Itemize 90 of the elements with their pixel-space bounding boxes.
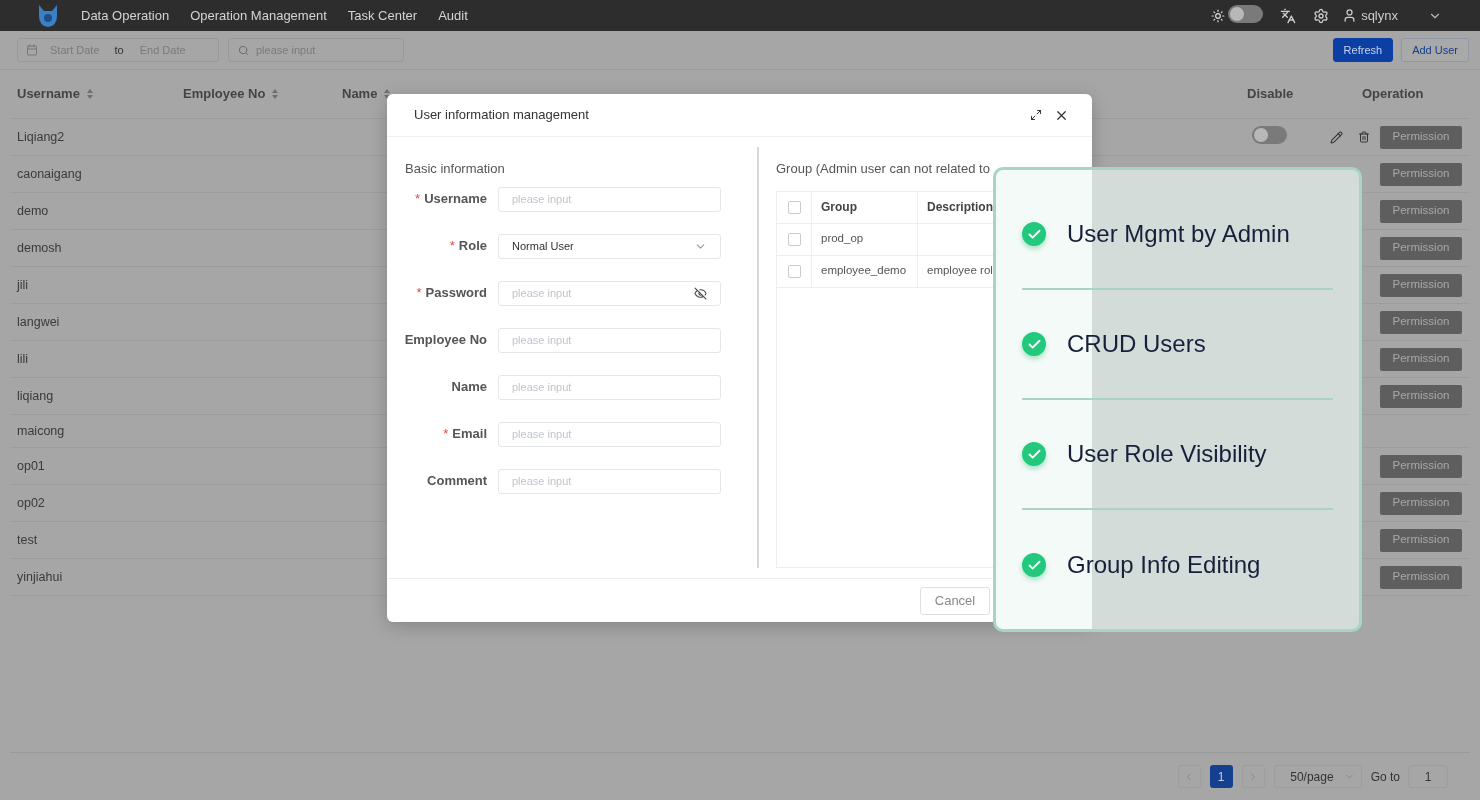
maximize-icon[interactable] xyxy=(1030,109,1042,121)
page-button[interactable]: 1 xyxy=(1209,765,1233,788)
column-header: Employee No xyxy=(183,85,266,104)
username-cell-text: op02 xyxy=(17,494,46,512)
field-label: Password xyxy=(425,284,487,303)
username-cell-text: maicong xyxy=(17,422,66,440)
nav-link[interactable]: Audit xyxy=(438,5,468,26)
username-cell-text: lili xyxy=(17,350,30,368)
permission-button[interactable]: Permission xyxy=(1380,347,1462,371)
username-cell-text: caonaigang xyxy=(17,165,83,183)
permission-button[interactable]: Permission xyxy=(1380,162,1462,186)
user-icon xyxy=(1342,8,1358,23)
column-header: Group xyxy=(821,199,857,216)
column-header: Username xyxy=(17,85,80,104)
required-mark: * xyxy=(449,237,455,256)
field-label: Employee No xyxy=(404,331,487,350)
permission-button[interactable]: Permission xyxy=(1380,199,1462,223)
text-field[interactable]: please input xyxy=(498,327,721,353)
permission-button[interactable]: Permission xyxy=(1380,454,1462,478)
username-cell-text: yinjiahui xyxy=(17,568,64,586)
field-label: Username xyxy=(424,190,487,209)
calendar-icon xyxy=(26,44,38,56)
toolbar-button[interactable]: Add User xyxy=(1401,38,1469,62)
password-field[interactable]: please input xyxy=(498,280,721,306)
eye-off-icon[interactable] xyxy=(694,286,707,300)
permission-button[interactable]: Permission xyxy=(1380,310,1462,334)
text-field[interactable]: please input xyxy=(498,421,721,447)
username-cell-text: jili xyxy=(17,276,30,294)
cancel-button[interactable]: Cancel xyxy=(920,586,990,615)
permission-button[interactable]: Permission xyxy=(1380,565,1462,589)
go-to-field[interactable]: 1 xyxy=(1408,765,1448,788)
permission-button[interactable]: Permission xyxy=(1380,273,1462,297)
required-mark: * xyxy=(415,190,421,209)
column-header: Description xyxy=(927,200,993,214)
permission-button[interactable]: Permission xyxy=(1380,491,1462,515)
sort-icon[interactable] xyxy=(383,88,392,100)
username-cell-text: langwei xyxy=(17,313,61,331)
username-cell-text: demo xyxy=(17,202,50,220)
settings-icon[interactable] xyxy=(1313,7,1330,24)
feature-label: User Mgmt by Admin xyxy=(1067,219,1290,249)
permission-button[interactable]: Permission xyxy=(1380,125,1462,149)
description-cell: employee rol xyxy=(927,264,993,277)
theme-toggle[interactable] xyxy=(1228,4,1264,23)
username-cell-text: op01 xyxy=(17,457,46,475)
sun-icon[interactable] xyxy=(1211,8,1226,23)
user-name[interactable]: sqlynx xyxy=(1361,5,1398,26)
text-field[interactable]: please input xyxy=(498,468,721,494)
nav-link[interactable]: Task Center xyxy=(347,5,418,26)
group-cell-text: prod_op xyxy=(821,231,864,247)
go-to-label: Go to xyxy=(1370,768,1400,786)
disable-toggle[interactable] xyxy=(1252,126,1287,145)
logo-icon[interactable] xyxy=(37,3,59,28)
page-size-select[interactable]: 50/page xyxy=(1273,765,1362,788)
checkbox[interactable] xyxy=(787,232,801,246)
permission-button[interactable]: Permission xyxy=(1380,236,1462,260)
toolbar-button[interactable]: Refresh xyxy=(1332,38,1394,62)
text-field[interactable]: please input xyxy=(498,374,721,400)
column-header: Operation xyxy=(1362,85,1424,104)
nav-link[interactable]: Operation Management xyxy=(190,5,327,26)
text-field[interactable]: please input xyxy=(498,186,721,212)
feature-label: User Role Visibility xyxy=(1067,439,1267,469)
translate-icon[interactable] xyxy=(1280,7,1297,24)
range-separator: to xyxy=(114,42,124,58)
field-label: Email xyxy=(452,425,487,444)
field-label: Name xyxy=(451,378,487,397)
username-cell-text: demosh xyxy=(17,239,63,257)
dialog-title: User information management xyxy=(414,106,589,125)
field-label: Comment xyxy=(427,472,487,491)
field-label: Role xyxy=(458,237,487,256)
feature-label: Group Info Editing xyxy=(1067,550,1261,580)
checkbox[interactable] xyxy=(787,264,801,278)
group-section-title: Group (Admin user can not related to xyxy=(776,160,991,178)
group-cell-text: employee_demo xyxy=(821,263,907,279)
required-mark: * xyxy=(443,425,449,444)
checkbox[interactable] xyxy=(787,200,801,214)
username-cell-text: Liqiang2 xyxy=(17,128,66,146)
column-header: Disable xyxy=(1247,85,1294,104)
permission-button[interactable]: Permission xyxy=(1380,384,1462,408)
delete-icon[interactable] xyxy=(1358,131,1370,143)
column-header: Name xyxy=(342,85,378,104)
feature-label: CRUD Users xyxy=(1067,329,1206,359)
section-title: Basic information xyxy=(405,160,506,178)
permission-button[interactable]: Permission xyxy=(1380,528,1462,552)
required-mark: * xyxy=(416,284,422,303)
username-cell-text: liqiang xyxy=(17,387,55,405)
role-select[interactable]: Normal User xyxy=(498,233,721,259)
search-icon xyxy=(238,44,249,56)
nav-link[interactable]: Data Operation xyxy=(81,5,170,26)
edit-icon[interactable] xyxy=(1330,130,1343,144)
username-cell-text: test xyxy=(17,531,39,549)
